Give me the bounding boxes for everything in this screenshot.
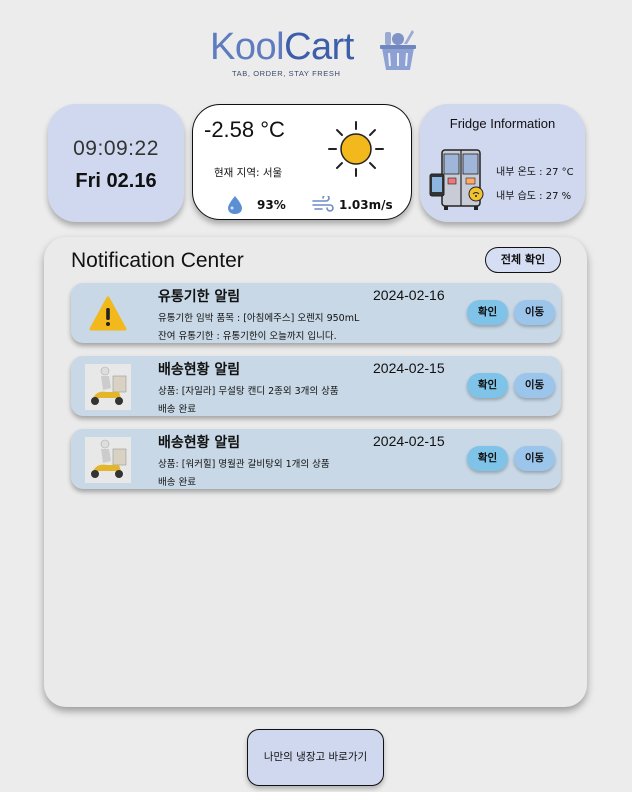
notification-title: 배송현황 알림 [158, 435, 241, 451]
weather-wind: 1.03m/s [339, 198, 393, 212]
notification-title: 배송현황 알림 [158, 362, 241, 378]
clock-card: 09:09:22 Fri 02.16 [48, 104, 184, 222]
weather-card: -2.58 °C 현재 지역: 서울 93% 1.03m/s [192, 104, 412, 220]
move-button[interactable]: 이동 [514, 373, 555, 398]
fridge-humidity: 내부 습도 : 27 % [496, 191, 572, 202]
notification-detail: 배송 완료 [158, 404, 196, 415]
notification-title: 유통기한 알림 [158, 289, 241, 305]
fridge-temperature: 내부 온도 : 27 °C [496, 167, 574, 178]
notification-detail: 상품: [워커힐] 명월관 갈비탕외 1개의 상품 [158, 459, 330, 470]
fridge-info-title: Fridge Information [449, 116, 556, 131]
humidity-drop-icon [228, 196, 242, 214]
warning-icon [89, 296, 127, 331]
weather-region: 현재 지역: 서울 [214, 167, 283, 179]
delivery-scooter-icon [85, 364, 131, 410]
notification-center-title: Notification Center [71, 249, 244, 272]
wind-icon [312, 196, 334, 212]
clock-date: Fri 02.16 [75, 170, 157, 192]
move-button[interactable]: 이동 [514, 300, 555, 325]
notification-item: 배송현황 알림 2024-02-15 상품: [워커힐] 명월관 갈비탕외 1개… [71, 429, 561, 489]
logo-tagline: TAB, ORDER, STAY FRESH [232, 69, 341, 78]
notification-date: 2024-02-15 [373, 360, 445, 376]
my-fridge-button[interactable]: 나만의 냉장고 바로가기 [247, 729, 384, 786]
move-button[interactable]: 이동 [514, 446, 555, 471]
notification-date: 2024-02-16 [373, 287, 445, 303]
grocery-basket-icon [380, 30, 416, 70]
confirm-button[interactable]: 확인 [467, 373, 508, 398]
weather-humidity: 93% [257, 198, 286, 212]
clock-time: 09:09:22 [73, 137, 159, 160]
confirm-button[interactable]: 확인 [467, 446, 508, 471]
notification-center: Notification Center 전체 확인 유통기한 알림 2024-0… [44, 237, 587, 707]
smart-fridge-icon [429, 149, 484, 210]
confirm-all-button[interactable]: 전체 확인 [485, 247, 561, 273]
sun-icon [328, 121, 384, 177]
delivery-scooter-icon [85, 437, 131, 483]
notification-item: 배송현황 알림 2024-02-15 상품: [자일라] 무설탕 캔디 2종외 … [71, 356, 561, 416]
notification-detail: 잔여 유통기한 : 유통기한이 오늘까지 입니다. [158, 331, 337, 342]
notification-detail: 유통기한 임박 품목 : [아침에주스] 오렌지 950mL [158, 313, 360, 324]
confirm-button[interactable]: 확인 [467, 300, 508, 325]
logo-text: KoolCart [210, 26, 354, 68]
weather-temperature: -2.58 °C [204, 117, 285, 142]
notification-date: 2024-02-15 [373, 433, 445, 449]
notification-item: 유통기한 알림 2024-02-16 유통기한 임박 품목 : [아침에주스] … [71, 283, 561, 343]
notification-detail: 상품: [자일라] 무설탕 캔디 2종외 3개의 상품 [158, 386, 339, 397]
logo: KoolCart TAB, ORDER, STAY FRESH [210, 24, 425, 80]
fridge-info-card[interactable]: Fridge Information 내부 온도 : 27 °C 내부 습도 :… [420, 104, 585, 222]
notification-detail: 배송 완료 [158, 477, 196, 488]
